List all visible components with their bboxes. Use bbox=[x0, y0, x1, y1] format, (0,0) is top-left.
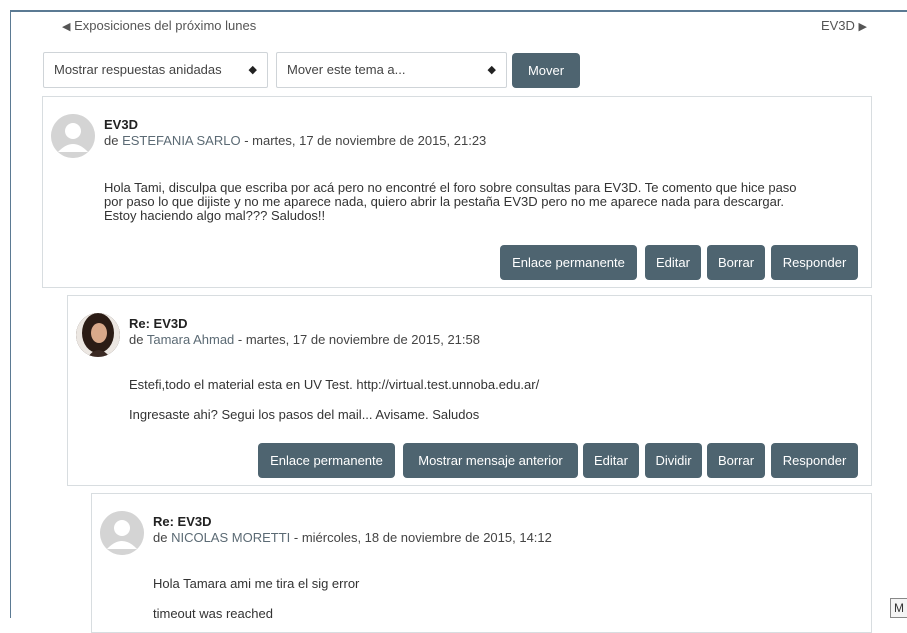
post-byline: de Tamara Ahmad - martes, 17 de noviembr… bbox=[129, 332, 480, 347]
post-byline: de ESTEFANIA SARLO - martes, 17 de novie… bbox=[104, 133, 486, 148]
post-content-line: timeout was reached bbox=[153, 606, 273, 621]
post-date: - martes, 17 de noviembre de 2015, 21:58 bbox=[234, 332, 480, 347]
frame-left-border bbox=[10, 10, 11, 618]
edge-button[interactable]: M bbox=[890, 598, 907, 618]
triangle-left-icon: ◀ bbox=[62, 21, 71, 33]
post-subject: Re: EV3D bbox=[153, 514, 212, 529]
author-link[interactable]: ESTEFANIA SARLO bbox=[122, 133, 241, 148]
byline-prefix: de bbox=[104, 133, 123, 148]
next-discussion-link[interactable]: EV3D ▶ bbox=[821, 18, 867, 33]
select-arrows-icon: ◆ bbox=[487, 64, 496, 76]
user-silhouette-icon bbox=[51, 114, 95, 158]
split-button[interactable]: Dividir bbox=[645, 443, 702, 478]
post-subject: Re: EV3D bbox=[129, 316, 188, 331]
delete-button[interactable]: Borrar bbox=[707, 443, 765, 478]
post-date: - miércoles, 18 de noviembre de 2015, 14… bbox=[290, 530, 552, 545]
post-byline: de NICOLAS MORETTI - miércoles, 18 de no… bbox=[153, 530, 552, 545]
triangle-right-icon: ▶ bbox=[858, 21, 867, 33]
avatar[interactable] bbox=[100, 511, 144, 555]
display-mode-select[interactable]: Mostrar respuestas anidadas ◆ bbox=[43, 52, 268, 88]
forum-post: EV3D de ESTEFANIA SARLO - martes, 17 de … bbox=[42, 96, 872, 288]
move-topic-value: Mover este tema a... bbox=[287, 62, 406, 77]
display-mode-value: Mostrar respuestas anidadas bbox=[54, 62, 222, 77]
author-link[interactable]: NICOLAS MORETTI bbox=[171, 530, 290, 545]
edit-button[interactable]: Editar bbox=[645, 245, 701, 280]
permalink-button[interactable]: Enlace permanente bbox=[500, 245, 637, 280]
byline-prefix: de bbox=[129, 332, 147, 347]
reply-button[interactable]: Responder bbox=[771, 245, 858, 280]
select-arrows-icon: ◆ bbox=[248, 64, 257, 76]
previous-discussion-link[interactable]: ◀ Exposiciones del próximo lunes bbox=[62, 18, 256, 33]
reply-button[interactable]: Responder bbox=[771, 443, 858, 478]
delete-button[interactable]: Borrar bbox=[707, 245, 765, 280]
post-content-line: Ingresaste ahi? Segui los pasos del mail… bbox=[129, 407, 480, 422]
post-content-line: Estefi,todo el material esta en UV Test.… bbox=[129, 377, 540, 392]
move-topic-select[interactable]: Mover este tema a... ◆ bbox=[276, 52, 507, 88]
show-parent-button[interactable]: Mostrar mensaje anterior bbox=[403, 443, 578, 478]
author-link[interactable]: Tamara Ahmad bbox=[147, 332, 234, 347]
forum-post: Re: EV3D de NICOLAS MORETTI - miércoles,… bbox=[91, 493, 872, 633]
permalink-button[interactable]: Enlace permanente bbox=[258, 443, 395, 478]
frame-top-border bbox=[10, 10, 907, 12]
post-text-line: por paso lo que dijiste y no me aparece … bbox=[104, 194, 785, 209]
post-content-line: Hola Tamara ami me tira el sig error bbox=[153, 576, 360, 591]
post-date: - martes, 17 de noviembre de 2015, 21:23 bbox=[240, 133, 487, 148]
post-content: Hola Tami, disculpa que escriba por acá … bbox=[104, 181, 797, 223]
edit-button[interactable]: Editar bbox=[583, 443, 639, 478]
user-photo-icon bbox=[76, 313, 120, 357]
post-text-line: Hola Tami, disculpa que escriba por acá … bbox=[104, 180, 797, 195]
previous-discussion-label: Exposiciones del próximo lunes bbox=[74, 18, 257, 33]
post-subject: EV3D bbox=[104, 117, 138, 132]
avatar[interactable] bbox=[76, 313, 120, 357]
avatar[interactable] bbox=[51, 114, 95, 158]
next-discussion-label: EV3D bbox=[820, 18, 855, 33]
move-button[interactable]: Mover bbox=[512, 53, 580, 88]
byline-prefix: de bbox=[153, 530, 172, 545]
forum-post: Re: EV3D de Tamara Ahmad - martes, 17 de… bbox=[67, 295, 872, 486]
user-silhouette-icon bbox=[100, 511, 144, 555]
post-text-line: Estoy haciendo algo mal??? Saludos!! bbox=[104, 208, 326, 223]
